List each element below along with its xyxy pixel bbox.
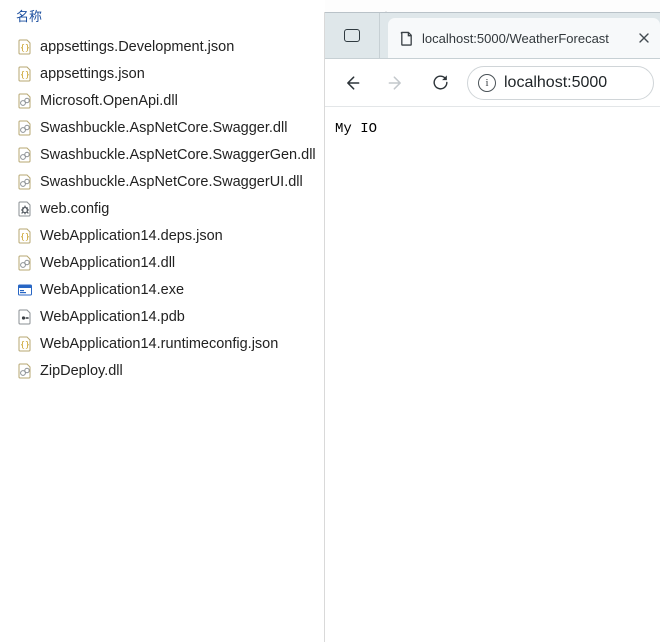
file-name: ZipDeploy.dll [40, 363, 123, 379]
tab-close-button[interactable] [636, 30, 652, 46]
cfg-file-icon [17, 201, 33, 217]
dll-file-icon [17, 255, 33, 271]
file-explorer-pane: 名称 {} appsettings.Development.json {} appse… [0, 0, 325, 642]
file-list: {} appsettings.Development.json {} appsetti… [0, 33, 325, 384]
file-name: Microsoft.OpenApi.dll [40, 93, 178, 109]
close-icon [639, 33, 649, 43]
file-name: WebApplication14.runtimeconfig.json [40, 336, 278, 352]
column-header-name[interactable]: 名称 [0, 4, 325, 33]
page-content: My IO [325, 107, 660, 151]
nav-toolbar: i localhost:5000 [325, 59, 660, 107]
file-row[interactable]: Swashbuckle.AspNetCore.SwaggerUI.dll [17, 168, 325, 195]
json-file-icon: {} [17, 66, 33, 82]
file-name: Swashbuckle.AspNetCore.SwaggerUI.dll [40, 174, 303, 190]
file-row[interactable]: {} appsettings.json [17, 60, 325, 87]
exe-file-icon [17, 282, 33, 298]
file-row[interactable]: Swashbuckle.AspNetCore.Swagger.dll [17, 114, 325, 141]
svg-text:{}: {} [20, 340, 30, 349]
file-name: web.config [40, 201, 109, 217]
forward-button [375, 63, 417, 103]
dll-file-icon [17, 147, 33, 163]
address-url: localhost:5000 [504, 74, 607, 92]
pdb-file-icon [17, 309, 33, 325]
file-row[interactable]: web.config [17, 195, 325, 222]
browser-window: localhost:5000/WeatherForecast i localho… [325, 12, 660, 642]
dll-file-icon [17, 93, 33, 109]
file-row[interactable]: WebApplication14.dll [17, 249, 325, 276]
file-row[interactable]: WebApplication14.exe [17, 276, 325, 303]
file-row[interactable]: WebApplication14.pdb [17, 303, 325, 330]
page-favicon-icon [398, 30, 414, 46]
json-file-icon: {} [17, 39, 33, 55]
svg-text:{}: {} [20, 232, 30, 241]
file-row[interactable]: Microsoft.OpenApi.dll [17, 87, 325, 114]
reload-button[interactable] [419, 63, 461, 103]
dll-file-icon [17, 174, 33, 190]
file-row[interactable]: ZipDeploy.dll [17, 357, 325, 384]
dll-file-icon [17, 120, 33, 136]
file-name: WebApplication14.dll [40, 255, 175, 271]
tab-strip: localhost:5000/WeatherForecast [325, 13, 660, 59]
browser-tab[interactable]: localhost:5000/WeatherForecast [388, 18, 660, 58]
tab-title: localhost:5000/WeatherForecast [422, 31, 628, 46]
back-button[interactable] [331, 63, 373, 103]
file-name: appsettings.json [40, 66, 145, 82]
tab-actions-button[interactable] [325, 13, 380, 58]
file-row[interactable]: Swashbuckle.AspNetCore.SwaggerGen.dll [17, 141, 325, 168]
json-file-icon: {} [17, 336, 33, 352]
file-name: WebApplication14.deps.json [40, 228, 223, 244]
dll-file-icon [17, 363, 33, 379]
file-row[interactable]: {} WebApplication14.deps.json [17, 222, 325, 249]
file-name: WebApplication14.exe [40, 282, 184, 298]
window-icon [344, 29, 360, 42]
svg-text:{}: {} [20, 43, 30, 52]
arrow-right-icon [386, 73, 406, 93]
file-name: Swashbuckle.AspNetCore.Swagger.dll [40, 120, 287, 136]
file-row[interactable]: {} WebApplication14.runtimeconfig.json [17, 330, 325, 357]
arrow-left-icon [342, 73, 362, 93]
file-name: Swashbuckle.AspNetCore.SwaggerGen.dll [40, 147, 316, 163]
address-bar[interactable]: i localhost:5000 [467, 66, 654, 100]
file-row[interactable]: {} appsettings.Development.json [17, 33, 325, 60]
svg-text:{}: {} [20, 70, 30, 79]
json-file-icon: {} [17, 228, 33, 244]
site-info-icon[interactable]: i [478, 74, 496, 92]
reload-icon [431, 73, 450, 92]
file-name: WebApplication14.pdb [40, 309, 185, 325]
file-name: appsettings.Development.json [40, 39, 234, 55]
